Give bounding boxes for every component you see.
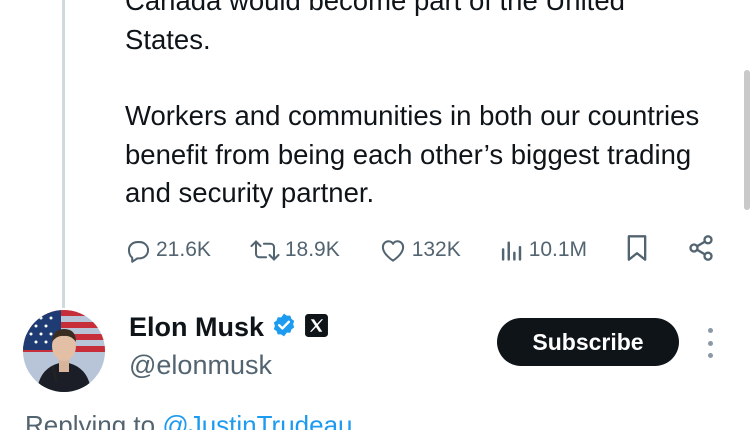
reply-count: 21.6K <box>156 238 211 261</box>
replying-to-line: Replying to @JustinTrudeau <box>25 410 353 430</box>
scrollbar[interactable] <box>744 70 750 210</box>
reply-button[interactable]: 21.6K <box>125 237 211 264</box>
more-dot <box>707 353 713 358</box>
tweet-action-bar: 21.6K 18.9K 132K 10.1M <box>125 230 715 270</box>
like-button[interactable]: 132K <box>378 237 461 264</box>
author-handle[interactable]: @elonmusk <box>129 350 272 381</box>
bookmark-icon <box>625 234 649 267</box>
author-name-line: Elon Musk <box>129 312 329 343</box>
replying-to-prefix: Replying to <box>25 410 163 430</box>
avatar[interactable] <box>23 310 105 392</box>
bookmark-button[interactable] <box>625 234 649 267</box>
author-name[interactable]: Elon Musk <box>129 312 264 343</box>
subscribe-button[interactable]: Subscribe <box>497 318 679 366</box>
thread-connector-line <box>62 0 65 308</box>
x-affiliate-badge-icon <box>304 313 329 343</box>
more-dot <box>707 340 713 346</box>
views-button[interactable]: 10.1M <box>499 237 587 264</box>
repost-count: 18.9K <box>284 238 340 261</box>
reply-icon <box>125 237 152 264</box>
tweet-paragraph: Canada would become part of the United S… <box>125 0 625 55</box>
share-icon <box>687 234 715 267</box>
more-options-icon[interactable] <box>702 328 718 358</box>
repost-icon <box>249 237 281 264</box>
verified-badge-icon <box>271 312 297 343</box>
share-button[interactable] <box>687 234 715 267</box>
repost-button[interactable]: 18.9K <box>249 237 340 264</box>
tweet-thread-view: Canada would become part of the United S… <box>0 0 750 430</box>
views-icon <box>499 237 525 264</box>
replying-to-mention[interactable]: @JustinTrudeau <box>162 410 352 430</box>
tweet-body: Canada would become part of the United S… <box>125 0 715 213</box>
more-dot <box>707 328 713 333</box>
views-count: 10.1M <box>528 238 588 261</box>
like-count: 132K <box>411 238 461 261</box>
reply-author-row: Elon Musk @elonmusk Subscribe <box>0 300 750 400</box>
tweet-paragraph: Workers and communities in both our coun… <box>125 100 700 208</box>
heart-icon <box>378 237 408 264</box>
